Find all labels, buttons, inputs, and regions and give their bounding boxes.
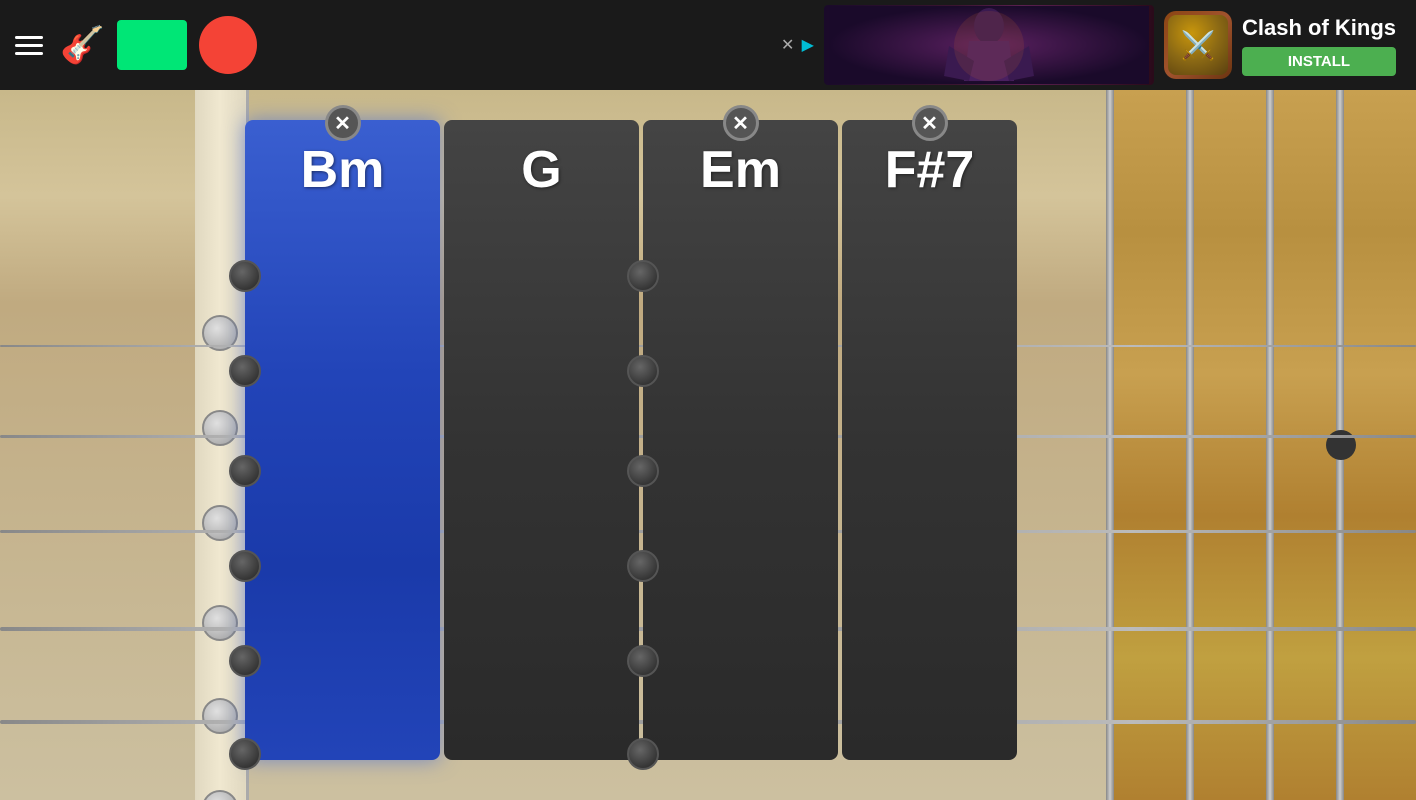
- record-button[interactable]: [199, 16, 257, 74]
- string-dot-em-2: [627, 355, 659, 387]
- fret-line-1: [1106, 90, 1114, 800]
- tuning-peg-4[interactable]: [202, 605, 238, 641]
- ad-app-icon[interactable]: ⚔️: [1164, 11, 1232, 79]
- string-dot-em-5: [627, 645, 659, 677]
- chord-label-f7: F#7: [885, 140, 975, 200]
- fret-line-3: [1266, 90, 1274, 800]
- fret-line-2: [1186, 90, 1194, 800]
- tuning-peg-6[interactable]: [202, 790, 238, 800]
- string-dot-bm-2: [229, 355, 261, 387]
- string-dot-em-4: [627, 550, 659, 582]
- guitar-icon[interactable]: 🎸: [60, 24, 105, 66]
- string-dot-em-6: [627, 738, 659, 770]
- tuning-peg-3[interactable]: [202, 505, 238, 541]
- chord-label-g: G: [521, 140, 561, 200]
- tuning-peg-2[interactable]: [202, 410, 238, 446]
- menu-button[interactable]: [10, 31, 48, 60]
- string-dot-bm-5: [229, 645, 261, 677]
- chord-button-em[interactable]: ✕ Em: [643, 120, 838, 760]
- topbar: 🎸 ✕ ▶: [0, 0, 1416, 90]
- ad-banner[interactable]: ✕ ▶: [768, 1, 1406, 89]
- right-fretboard: [1106, 90, 1416, 800]
- string-dot-bm-6: [229, 738, 261, 770]
- chord-label-bm: Bm: [301, 140, 385, 200]
- chord-close-em[interactable]: ✕: [723, 105, 759, 141]
- string-dot-em-1: [627, 260, 659, 292]
- ad-play-button[interactable]: ▶: [802, 35, 814, 55]
- ad-title: Clash of Kings: [1242, 15, 1396, 41]
- tuning-peg-5[interactable]: [202, 698, 238, 734]
- chord-button-f7[interactable]: ✕ F#7: [842, 120, 1017, 760]
- ad-image[interactable]: [824, 5, 1154, 85]
- ad-install-button[interactable]: INSTALL: [1242, 47, 1396, 76]
- peg-area: [195, 90, 245, 800]
- ad-controls: ✕ ▶: [778, 35, 814, 55]
- chord-close-bm[interactable]: ✕: [325, 105, 361, 141]
- chord-label-em: Em: [700, 140, 781, 200]
- chord-button-g[interactable]: G: [444, 120, 639, 760]
- chord-close-f7[interactable]: ✕: [912, 105, 948, 141]
- ad-text-block: Clash of Kings INSTALL: [1242, 15, 1396, 76]
- green-button[interactable]: [117, 20, 187, 70]
- string-dot-bm-4: [229, 550, 261, 582]
- chord-buttons-container: ✕ Bm G ✕ Em ✕ F#7: [245, 120, 1017, 760]
- topbar-left: 🎸: [10, 16, 257, 74]
- fretboard: ✕ Bm G ✕ Em ✕ F#7: [0, 90, 1416, 800]
- ad-warrior-image: [824, 5, 1154, 85]
- ad-icon-inner: ⚔️: [1168, 15, 1228, 75]
- chord-button-bm[interactable]: ✕ Bm: [245, 120, 440, 760]
- string-dot-em-3: [627, 455, 659, 487]
- string-dot-bm-3: [229, 455, 261, 487]
- string-dot-bm-1: [229, 260, 261, 292]
- ad-close-button[interactable]: ✕: [778, 35, 798, 55]
